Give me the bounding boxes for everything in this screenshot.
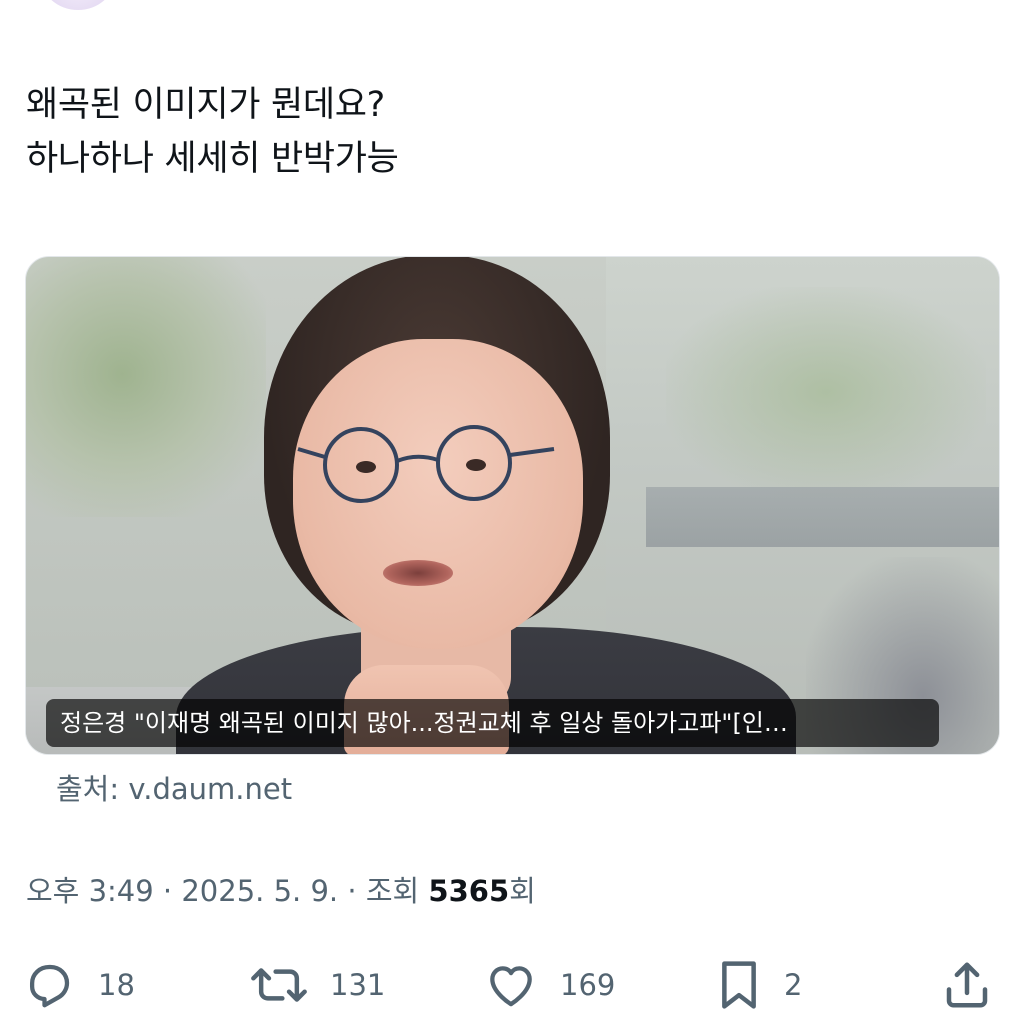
action-bar: 18 131 169 2 xyxy=(0,950,1024,1020)
bookmark-button[interactable]: 2 xyxy=(716,950,802,1020)
tweet-text-line: 왜곡된 이미지가 뭔데요? xyxy=(26,85,385,125)
card-image-person xyxy=(383,560,453,586)
retweet-count: 131 xyxy=(330,968,386,1002)
meta-separator: · xyxy=(162,874,173,908)
share-upload-icon xyxy=(946,962,988,1008)
heart-icon xyxy=(490,966,532,1007)
card-image-background xyxy=(646,487,999,547)
card-image-glasses xyxy=(297,425,555,503)
card-image-background xyxy=(666,287,986,497)
views-label: 조회 xyxy=(365,874,420,908)
bookmark-count: 2 xyxy=(784,968,803,1002)
like-count: 169 xyxy=(560,968,616,1002)
card-title: 정은경 "이재명 왜곡된 이미지 많아...정권교체 후 일상 돌아가고파"[인… xyxy=(46,699,939,747)
speech-bubble-icon xyxy=(29,964,70,1008)
tweet-meta: 오후 3:49 · 2025. 5. 9. · 조회 5365회 xyxy=(26,868,536,910)
reply-button[interactable]: 18 xyxy=(22,950,135,1020)
link-preview-card[interactable]: 정은경 "이재명 왜곡된 이미지 많아...정권교체 후 일상 돌아가고파"[인… xyxy=(25,256,1000,755)
reply-count: 18 xyxy=(98,968,135,1002)
retweet-button[interactable]: 131 xyxy=(250,950,385,1020)
tweet-date[interactable]: 2025. 5. 9. xyxy=(181,874,338,908)
card-source-link[interactable]: 출처: v.daum.net xyxy=(56,766,292,808)
retweet-arrows-icon xyxy=(251,968,307,1002)
bookmark-icon xyxy=(722,961,756,1009)
avatar[interactable] xyxy=(40,0,116,10)
like-button[interactable]: 169 xyxy=(484,950,615,1020)
meta-separator: · xyxy=(347,874,357,908)
share-button[interactable] xyxy=(940,950,994,1020)
tweet-text: 왜곡된 이미지가 뭔데요? 하나하나 세세히 반박가능 xyxy=(26,78,986,186)
views-unit: 회 xyxy=(509,874,536,908)
views-count: 5365 xyxy=(428,874,510,908)
tweet-time[interactable]: 오후 3:49 xyxy=(26,874,154,908)
tweet-text-line: 하나하나 세세히 반박가능 xyxy=(26,139,399,179)
card-image-background xyxy=(26,257,266,517)
